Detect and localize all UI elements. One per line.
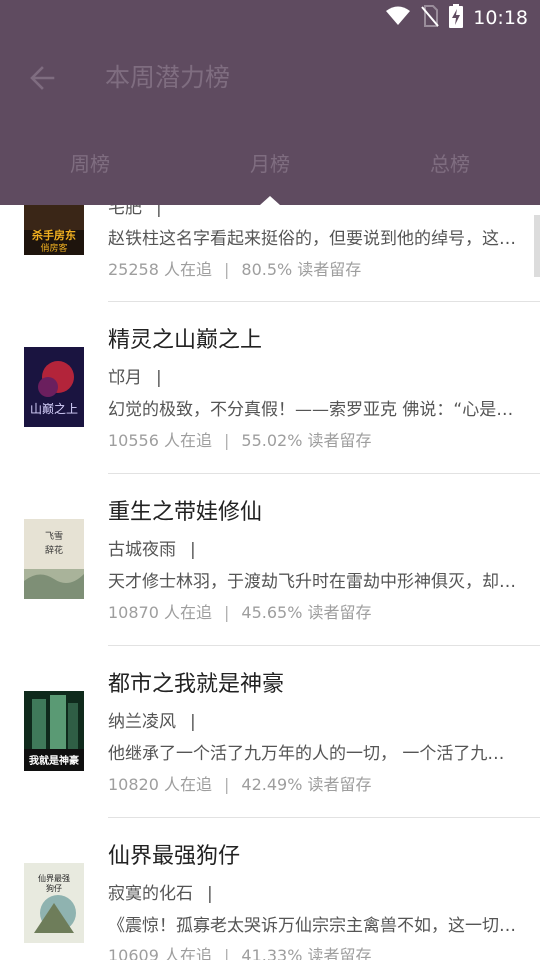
scrollbar[interactable]: [534, 215, 540, 277]
book-stats: 25258 人在追 | 80.5% 读者留存: [108, 260, 362, 279]
book-title: 精灵之山巅之上: [108, 328, 263, 353]
svg-text:仙界最强: 仙界最强: [38, 873, 70, 883]
book-description: 幻觉的极致，不分真假！——索罗亚克 佛说：“心是一切”: [108, 400, 518, 420]
status-time: 10:18: [473, 7, 528, 29]
svg-text:辞花: 辞花: [45, 544, 63, 556]
book-author: 古城夜雨 |: [108, 540, 196, 560]
status-bar: 10:18: [0, 0, 540, 36]
book-stats: 10870 人在追 | 45.65% 读者留存: [108, 603, 372, 622]
list-item[interactable]: 山巅之上 精灵之山巅之上 邙月 | 幻觉的极致，不分真假！——索罗亚克 佛说：“心…: [0, 302, 540, 474]
back-button[interactable]: [22, 58, 62, 98]
book-title: 重生之带娃修仙: [108, 500, 263, 525]
book-author: 纳兰凌风 |: [108, 712, 196, 732]
toolbar: 本周潜力榜: [0, 42, 540, 114]
list-item[interactable]: 我就是神豪 都市之我就是神豪 纳兰凌风 | 他继承了一个活了九万年的人的一切， 一…: [0, 646, 540, 818]
book-cover: 仙界最强 狗仔: [24, 863, 84, 943]
no-sim-icon: [421, 5, 439, 31]
page-title: 本周潜力榜: [105, 63, 231, 92]
tab-monthly[interactable]: 月榜: [180, 140, 360, 188]
svg-text:俏房客: 俏房客: [40, 242, 67, 254]
book-cover: 我就是神豪: [24, 691, 84, 771]
book-author: 邙月 |: [108, 368, 162, 388]
book-stats: 10820 人在追 | 42.49% 读者留存: [108, 775, 372, 794]
arrow-left-icon: [30, 66, 55, 90]
battery-charging-icon: [449, 4, 464, 32]
book-title: 都市之我就是神豪: [108, 672, 285, 697]
wifi-icon: [385, 6, 411, 30]
book-stats: 10556 人在追 | 55.02% 读者留存: [108, 431, 372, 450]
book-description: 赵铁柱这名字看起来挺俗的，但要说到他的绰号，这个名字就不平凡了。: [108, 229, 518, 249]
list-item[interactable]: 飞雪 辞花 重生之带娃修仙 古城夜雨 | 天才修士林羽，于渡劫飞升时在雷劫中形神俱…: [0, 474, 540, 646]
book-stats: 10609 人在追 | 41.33% 读者留存: [108, 946, 372, 960]
book-cover: 飞雪 辞花: [24, 519, 84, 599]
tab-bar: 周榜 月榜 总榜: [0, 140, 540, 188]
book-description: 《震惊！孤寡老太哭诉万仙宗宗主禽兽不如，这一切竟是: [108, 916, 518, 936]
tab-all-time[interactable]: 总榜: [360, 140, 540, 188]
book-description: 天才修士林羽，于渡劫飞升时在雷劫中形神俱灭，却意外重生: [108, 572, 518, 592]
book-cover: 山巅之上: [24, 347, 84, 427]
svg-text:山巅之上: 山巅之上: [30, 402, 78, 416]
svg-text:杀手房东: 杀手房东: [32, 228, 76, 242]
book-author: 寂寞的化石 |: [108, 884, 213, 904]
svg-text:我就是神豪: 我就是神豪: [29, 754, 79, 767]
book-title: 仙界最强狗仔: [108, 844, 241, 869]
app-header: 10:18 本周潜力榜 周榜 月榜 总榜: [0, 0, 540, 205]
selected-tab-indicator: [260, 196, 280, 205]
tab-weekly[interactable]: 周榜: [0, 140, 180, 188]
book-description: 他继承了一个活了九万年的人的一切， 一个活了九万年的人: [108, 744, 518, 764]
svg-text:狗仔: 狗仔: [46, 883, 62, 893]
list-item[interactable]: 仙界最强 狗仔 仙界最强狗仔 寂寞的化石 | 《震惊！孤寡老太哭诉万仙宗宗主禽兽不…: [0, 818, 540, 960]
svg-text:飞雪: 飞雪: [45, 531, 63, 542]
